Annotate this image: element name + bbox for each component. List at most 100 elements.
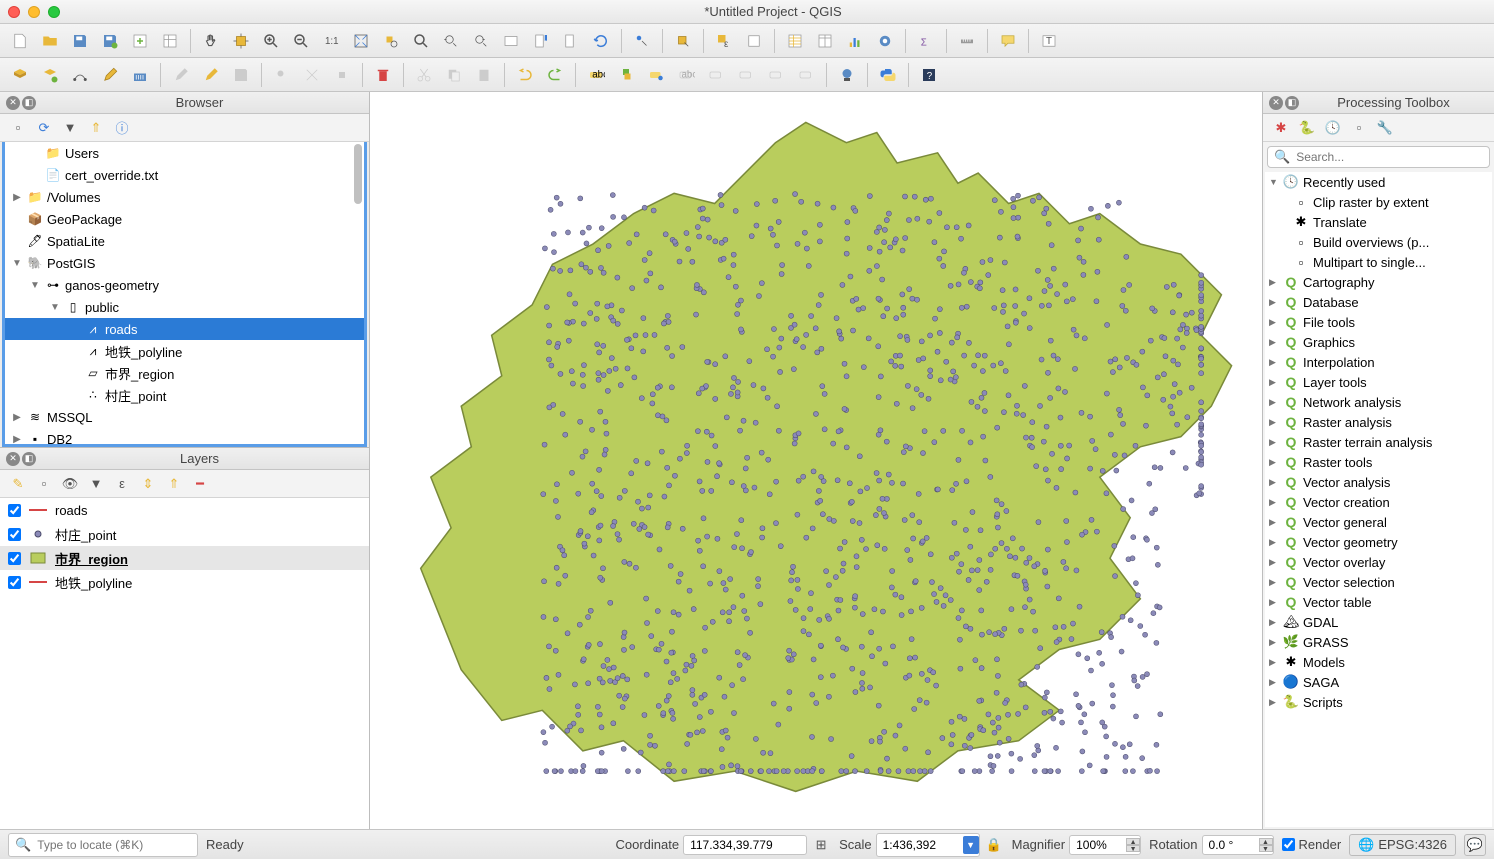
add-feature-button[interactable]	[268, 61, 296, 89]
render-checkbox[interactable]	[1282, 838, 1295, 851]
collapse-icon[interactable]: ⇑	[86, 118, 106, 138]
pan-button[interactable]	[197, 27, 225, 55]
recent-algorithm[interactable]: ▫Clip raster by extent	[1265, 192, 1492, 212]
add-layer-icon[interactable]: ▫	[8, 118, 28, 138]
label-tool-3[interactable]	[642, 61, 670, 89]
remove-layer-icon[interactable]: ━	[190, 474, 210, 494]
algorithm-group[interactable]: ▶QLayer tools	[1265, 372, 1492, 392]
cut-button[interactable]	[410, 61, 438, 89]
algorithm-group[interactable]: ▶QVector selection	[1265, 572, 1492, 592]
messages-button[interactable]: 💬	[1464, 834, 1486, 856]
label-tool-1[interactable]: abc	[582, 61, 610, 89]
close-panel-icon[interactable]: ✕	[6, 96, 20, 110]
scrollbar[interactable]	[354, 144, 362, 204]
processing-search[interactable]: 🔍	[1267, 146, 1490, 168]
layers-list[interactable]: roads村庄_point市界_region地铁_polyline	[0, 498, 369, 829]
show-bookmarks-button[interactable]	[557, 27, 585, 55]
help-button[interactable]: ?	[915, 61, 943, 89]
results-icon[interactable]: ▫	[1349, 118, 1369, 138]
recent-algorithm[interactable]: ▫Build overviews (p...	[1265, 232, 1492, 252]
browser-tree[interactable]: 📁Users📄cert_override.txt▶📁/Volumes📦GeoPa…	[2, 142, 367, 447]
algorithm-group[interactable]: ▶QFile tools	[1265, 312, 1492, 332]
add-raster-layer-button[interactable]	[36, 61, 64, 89]
delete-button[interactable]	[369, 61, 397, 89]
algorithm-group[interactable]: ▶QVector analysis	[1265, 472, 1492, 492]
metasearch-button[interactable]	[833, 61, 861, 89]
browser-item[interactable]: ▶📁/Volumes	[5, 186, 364, 208]
visibility-icon[interactable]: 👁	[60, 474, 80, 494]
python-icon[interactable]: 🐍	[1297, 118, 1317, 138]
select-by-expression-button[interactable]: ε	[710, 27, 738, 55]
add-group-icon[interactable]: ▫	[34, 474, 54, 494]
processing-search-input[interactable]	[1296, 150, 1483, 164]
refresh-icon[interactable]: ⟳	[34, 118, 54, 138]
browser-item[interactable]: ▱市界_region	[5, 362, 364, 384]
add-vector-layer-button[interactable]	[6, 61, 34, 89]
locator-input[interactable]	[37, 838, 192, 852]
zoom-full-button[interactable]	[347, 27, 375, 55]
open-project-button[interactable]	[36, 27, 64, 55]
layer-row[interactable]: 市界_region	[0, 546, 369, 570]
text-annotation-button[interactable]: T	[1035, 27, 1063, 55]
algorithm-group[interactable]: ▶🔵SAGA	[1265, 672, 1492, 692]
model-icon[interactable]: ✱	[1271, 118, 1291, 138]
recently-used-group[interactable]: ▼🕓Recently used	[1265, 172, 1492, 192]
minimize-button[interactable]	[28, 6, 40, 18]
browser-item[interactable]: ∴村庄_point	[5, 384, 364, 406]
recent-algorithm[interactable]: ▫Multipart to single...	[1265, 252, 1492, 272]
detach-panel-icon[interactable]: ◧	[22, 452, 36, 466]
save-edits-button[interactable]	[126, 61, 154, 89]
algorithm-group[interactable]: ▶🏔GDAL	[1265, 612, 1492, 632]
algorithm-group[interactable]: ▶QGraphics	[1265, 332, 1492, 352]
layout-manager-button[interactable]	[156, 27, 184, 55]
processing-toolbox-button[interactable]	[871, 27, 899, 55]
filter-icon[interactable]: ▼	[60, 118, 80, 138]
browser-item[interactable]: 📦GeoPackage	[5, 208, 364, 230]
browser-item[interactable]: ⩘roads	[5, 318, 364, 340]
statistics-button[interactable]	[841, 27, 869, 55]
browser-item[interactable]: 📄cert_override.txt	[5, 164, 364, 186]
zoom-last-button[interactable]	[437, 27, 465, 55]
zoom-layer-button[interactable]	[407, 27, 435, 55]
identify-button[interactable]	[628, 27, 656, 55]
refresh-button[interactable]	[587, 27, 615, 55]
move-feature-button[interactable]	[298, 61, 326, 89]
recent-algorithm[interactable]: ✱Translate	[1265, 212, 1492, 232]
label-tool-4[interactable]: abc	[672, 61, 700, 89]
label-tool-6[interactable]	[732, 61, 760, 89]
label-tool-2[interactable]	[612, 61, 640, 89]
node-tool-button[interactable]	[328, 61, 356, 89]
browser-item[interactable]: ⩘地铁_polyline	[5, 340, 364, 362]
paste-button[interactable]	[470, 61, 498, 89]
open-attribute-table-button[interactable]	[781, 27, 809, 55]
zoom-native-button[interactable]: 1:1	[317, 27, 345, 55]
collapse-all-icon[interactable]: ⇑	[164, 474, 184, 494]
algorithm-group[interactable]: ▶🐍Scripts	[1265, 692, 1492, 712]
layer-checkbox[interactable]	[8, 576, 21, 589]
new-bookmark-button[interactable]	[527, 27, 555, 55]
zoom-next-button[interactable]	[467, 27, 495, 55]
algorithm-group[interactable]: ▶QRaster analysis	[1265, 412, 1492, 432]
layer-checkbox[interactable]	[8, 552, 21, 565]
new-vector-layer-button[interactable]	[66, 61, 94, 89]
map-tips-button[interactable]	[994, 27, 1022, 55]
pan-to-selection-button[interactable]	[227, 27, 255, 55]
new-map-view-button[interactable]	[497, 27, 525, 55]
layer-checkbox[interactable]	[8, 528, 21, 541]
detach-panel-icon[interactable]: ◧	[22, 96, 36, 110]
browser-item[interactable]: ▼⊶ganos-geometry	[5, 274, 364, 296]
options-icon[interactable]: 🔧	[1375, 118, 1395, 138]
measure-button[interactable]	[953, 27, 981, 55]
save-layer-button[interactable]	[227, 61, 255, 89]
algorithm-group[interactable]: ▶QCartography	[1265, 272, 1492, 292]
properties-icon[interactable]: ⓘ	[112, 118, 132, 138]
browser-item[interactable]: 📁Users	[5, 142, 364, 164]
save-as-button[interactable]	[96, 27, 124, 55]
algorithm-group[interactable]: ▶QRaster tools	[1265, 452, 1492, 472]
sigma-button[interactable]: Σ	[912, 27, 940, 55]
label-tool-8[interactable]	[792, 61, 820, 89]
new-project-button[interactable]	[6, 27, 34, 55]
deselect-button[interactable]	[740, 27, 768, 55]
close-button[interactable]	[8, 6, 20, 18]
algorithm-group[interactable]: ▶🌿GRASS	[1265, 632, 1492, 652]
